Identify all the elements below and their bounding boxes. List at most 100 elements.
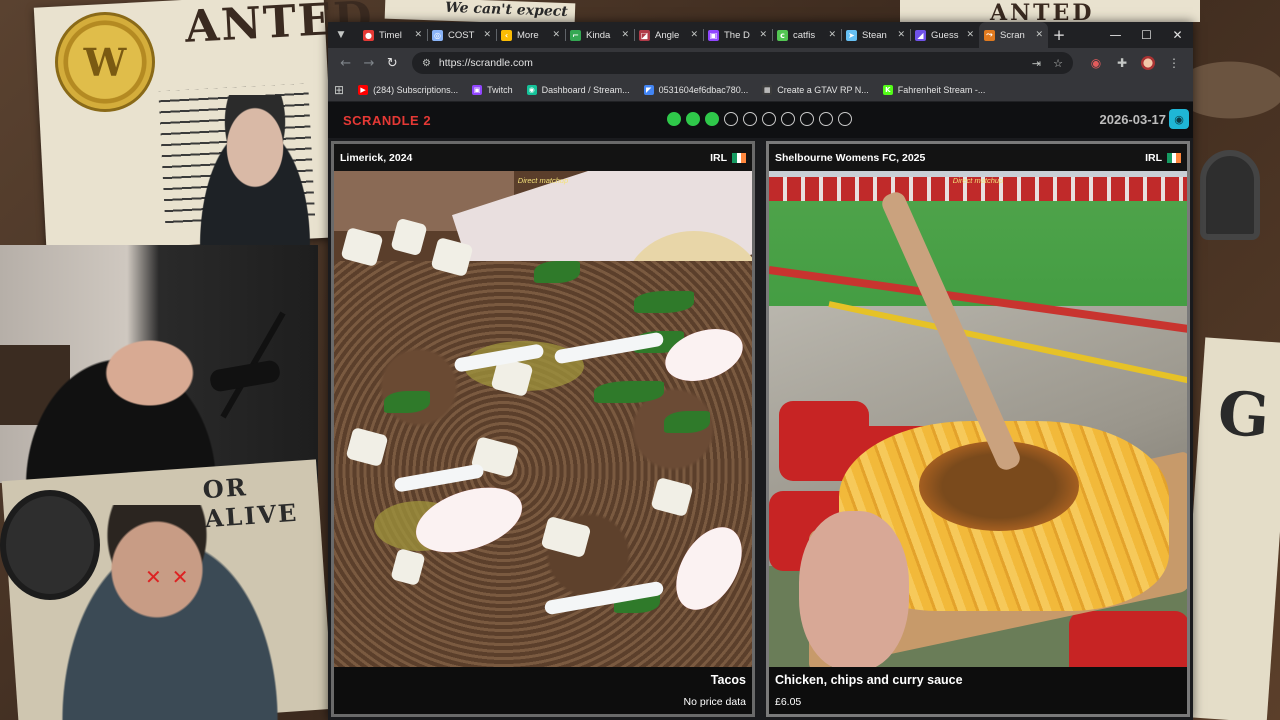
forward-button[interactable]: →	[357, 56, 380, 71]
twitch-icon: ▣	[708, 29, 719, 41]
bookmark-item[interactable]: ◉ Dashboard / Stream...	[526, 84, 630, 95]
extensions-puzzle-icon[interactable]: ✚	[1109, 56, 1135, 70]
tab-search-icon[interactable]: ▼	[332, 26, 350, 44]
angle-icon: ◪	[639, 29, 650, 41]
tabs: ● Timel ✕ ◎ COST ✕ ‹ More ✕ ⌐ Kinda ✕ ◪ Angle ✕ ▣ The D ✕…	[358, 22, 1048, 48]
profile-avatar[interactable]	[1141, 56, 1155, 70]
progress-dot-complete	[686, 112, 700, 126]
bookmark-item[interactable]: K Fahrenheit Stream -...	[882, 84, 986, 95]
progress-dot-empty	[819, 112, 833, 126]
address-bar[interactable]: ⚙ https://scrandle.com ⇥ ☆	[411, 52, 1073, 74]
progress-dot-empty	[838, 112, 852, 126]
food-cards: Limerick, 2024 IRL Direct matchup Tacos …	[331, 141, 1190, 717]
bookmark-item[interactable]: ▶ (284) Subscriptions...	[358, 84, 458, 95]
tab-close-icon[interactable]: ✕	[483, 30, 491, 40]
tab-close-icon[interactable]: ✕	[897, 30, 905, 40]
card-country: IRL	[710, 151, 727, 164]
reload-button[interactable]: ↻	[381, 56, 404, 71]
browser-menu-icon[interactable]: ⋮	[1161, 56, 1187, 70]
apps-grid-icon[interactable]: ⊞	[334, 83, 344, 97]
browser-tab[interactable]: ➤ Stean ✕	[841, 22, 910, 48]
progress-dot-complete	[667, 112, 681, 126]
eye-icon[interactable]: ◉	[1169, 109, 1189, 129]
tab-label: Angle	[655, 29, 680, 41]
browser-tab[interactable]: c catfis ✕	[772, 22, 841, 48]
puzzle-date: 2026-03-17	[1099, 112, 1167, 127]
bookmark-star-icon[interactable]: ☆	[1053, 57, 1063, 70]
catfish-icon: c	[777, 29, 788, 41]
bookmark-label: Twitch	[487, 84, 513, 95]
poster-letter: G	[1215, 378, 1272, 452]
browser-toolbar: ← → ↻ ⚙ https://scrandle.com ⇥ ☆ ◉ ✚ ⋮	[328, 48, 1193, 78]
guess-icon: ◢	[915, 29, 926, 41]
extension-icon[interactable]: ◉	[1083, 56, 1109, 70]
window-controls: — ☐ ✕	[1100, 22, 1193, 48]
gta-icon: ▦	[762, 84, 773, 95]
tab-label: catfis	[793, 29, 816, 41]
tab-close-icon[interactable]: ✕	[690, 30, 698, 40]
browser-tab[interactable]: ◢ Guess ✕	[910, 22, 979, 48]
matchup-label: Direct matchup	[952, 176, 1004, 185]
browser-tab[interactable]: ⌐ Kinda ✕	[565, 22, 634, 48]
dish-name: Chicken, chips and curry sauce	[775, 673, 963, 687]
card-header: Shelbourne Womens FC, 2025 IRL	[769, 144, 1187, 171]
browser-tab[interactable]: ▣ The D ✕	[703, 22, 772, 48]
youtube-icon: ▶	[358, 84, 369, 95]
poster-top-right: ANTED	[900, 0, 1200, 26]
tab-close-icon[interactable]: ✕	[966, 30, 974, 40]
browser-tab[interactable]: ⤳ Scran ✕	[979, 22, 1048, 48]
new-tab-button[interactable]: +	[1048, 26, 1070, 44]
bookmarks-bar: ⊞ ▶ (284) Subscriptions... ▣ Twitch ◉ Dashboa…	[328, 78, 1193, 102]
card-header: Limerick, 2024 IRL	[334, 144, 752, 171]
tab-close-icon[interactable]: ✕	[552, 30, 560, 40]
browser-tab[interactable]: ‹ More ✕	[496, 22, 565, 48]
record-icon: ●	[363, 29, 374, 41]
bookmark-item[interactable]: ▦ Create a GTAV RP N...	[762, 84, 869, 95]
minimize-button[interactable]: —	[1100, 22, 1131, 48]
tab-label: The D	[724, 29, 750, 41]
ireland-flag-icon	[732, 152, 747, 163]
progress-dot-complete	[705, 112, 719, 126]
app-header: SCRANDLE 2 2026-03-17 ◉	[328, 102, 1193, 138]
bookmark-label: Create a GTAV RP N...	[777, 84, 869, 95]
progress-dot-empty	[781, 112, 795, 126]
bookmark-label: 0531604ef6dbac780...	[658, 84, 749, 95]
browser-window: ▼ ● Timel ✕ ◎ COST ✕ ‹ More ✕ ⌐ Kinda ✕ ◪ Angle ✕ ▣ The …	[328, 22, 1193, 720]
browser-tab[interactable]: ◎ COST ✕	[427, 22, 496, 48]
app-logo[interactable]: SCRANDLE 2	[343, 113, 431, 128]
url-text[interactable]: https://scrandle.com	[439, 57, 1020, 69]
scrandle-icon: ⤳	[984, 29, 995, 41]
tab-close-icon[interactable]: ✕	[828, 30, 836, 40]
browser-tab[interactable]: ◪ Angle ✕	[634, 22, 703, 48]
site-info-icon[interactable]: ⚙	[422, 58, 431, 69]
bookmark-list: ▶ (284) Subscriptions... ▣ Twitch ◉ Dashboard…	[358, 84, 999, 95]
card-footer: Tacos No price data	[334, 667, 752, 714]
dish-name: Tacos	[710, 673, 746, 687]
food-card-right[interactable]: Shelbourne Womens FC, 2025 IRL Direct ma…	[766, 141, 1190, 717]
food-photo-chips	[769, 171, 1187, 667]
tab-close-icon[interactable]: ✕	[759, 30, 767, 40]
stream-icon: ⌐	[570, 29, 581, 41]
back-button[interactable]: ←	[334, 56, 357, 71]
browser-tab[interactable]: ● Timel ✕	[358, 22, 427, 48]
bookmark-item[interactable]: ▣ Twitch	[472, 84, 513, 95]
vtuber-avatar-top	[185, 95, 325, 245]
tab-close-icon[interactable]: ✕	[414, 30, 422, 40]
bookmark-label: Fahrenheit Stream -...	[897, 84, 986, 95]
tab-close-icon[interactable]: ✕	[1035, 30, 1043, 40]
maximize-button[interactable]: ☐	[1131, 22, 1162, 48]
tab-label: Guess	[931, 29, 959, 41]
install-app-icon[interactable]: ⇥	[1032, 57, 1041, 70]
chevron-icon: ‹	[501, 29, 512, 41]
tab-close-icon[interactable]: ✕	[621, 30, 629, 40]
food-card-left[interactable]: Limerick, 2024 IRL Direct matchup Tacos …	[331, 141, 755, 717]
card-location: Shelbourne Womens FC, 2025	[775, 151, 926, 164]
tab-label: Timel	[379, 29, 402, 41]
streamelements-icon: ◉	[526, 84, 537, 95]
close-window-button[interactable]: ✕	[1162, 22, 1193, 48]
gold-coin-logo: W	[55, 12, 155, 112]
tab-label: More	[517, 29, 539, 41]
ireland-flag-icon	[1167, 152, 1182, 163]
bookmark-item[interactable]: ◤ 0531604ef6dbac780...	[643, 84, 749, 95]
tab-label: Scran	[1000, 29, 1025, 41]
